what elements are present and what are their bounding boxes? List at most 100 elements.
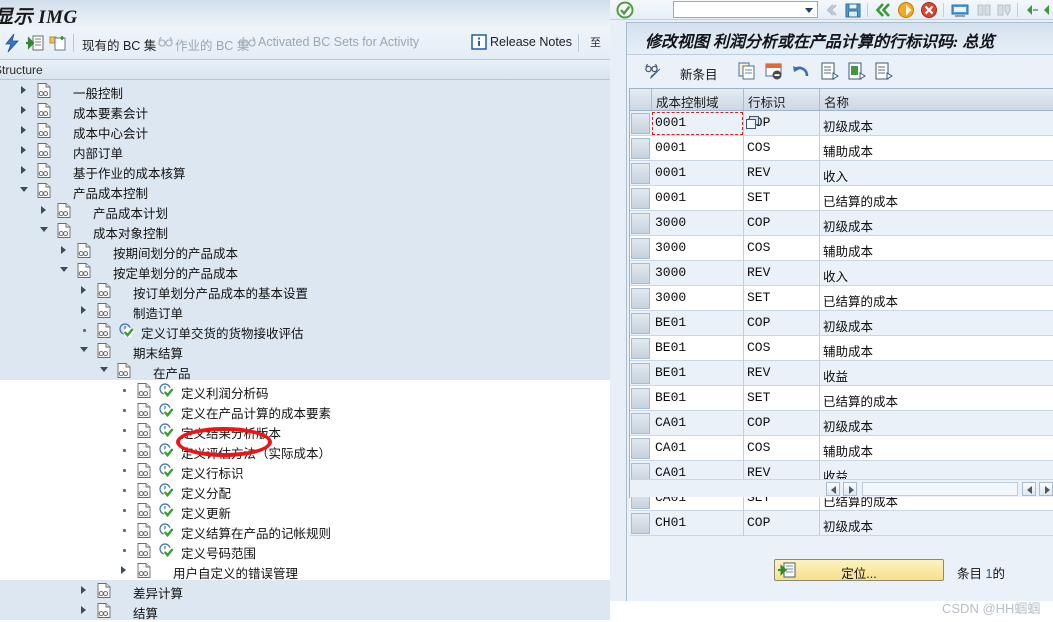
scroll-left-button[interactable] — [826, 482, 840, 496]
cancel-red-icon[interactable] — [920, 1, 938, 19]
tree-row[interactable]: 一般控制 — [0, 80, 610, 101]
cell-controlling-area[interactable]: 3000 — [655, 215, 686, 230]
more-options-icon[interactable]: 至 — [588, 33, 606, 51]
cell-name[interactable]: 已结算的成本 — [823, 291, 898, 310]
chevron-down-icon[interactable] — [100, 365, 109, 375]
table-row[interactable]: BE01 SET 已结算的成本 — [630, 386, 1053, 411]
collapse-node-icon[interactable] — [48, 33, 68, 53]
cell-name[interactable]: 收入 — [823, 266, 848, 285]
cell-controlling-area[interactable]: 0001 — [655, 190, 686, 205]
cell-name[interactable]: 辅助成本 — [823, 241, 873, 260]
locate-button[interactable]: 定位... — [774, 559, 944, 581]
tree-row[interactable]: 产品成本计划 — [0, 200, 610, 221]
row-select-button[interactable] — [631, 263, 650, 284]
chevron-right-icon[interactable] — [20, 145, 29, 155]
scroll-left-button-2[interactable] — [1022, 482, 1036, 496]
cell-row-id[interactable]: COS — [747, 440, 770, 455]
cell-row-id[interactable]: REV — [747, 165, 770, 180]
row-select-button[interactable] — [631, 313, 650, 334]
chevron-right-icon[interactable] — [20, 125, 29, 135]
cell-row-id[interactable]: SET — [747, 290, 770, 305]
variant-plain-icon[interactable] — [874, 61, 894, 81]
exit-yellow-icon[interactable] — [897, 1, 915, 19]
chevron-right-icon[interactable] — [40, 205, 49, 215]
cell-controlling-area[interactable]: CH01 — [655, 515, 686, 530]
chevron-right-icon[interactable] — [80, 585, 89, 595]
tree-row[interactable]: 结算 — [0, 600, 610, 622]
cell-row-id[interactable]: COP — [747, 515, 770, 530]
chevron-down-icon[interactable] — [40, 225, 49, 235]
chevron-right-icon[interactable] — [80, 285, 89, 295]
column-header-controlling-area[interactable]: 成本控制域 — [656, 92, 719, 111]
command-input[interactable] — [673, 1, 818, 18]
print-icon[interactable] — [950, 1, 970, 19]
cell-row-id[interactable]: COP — [747, 415, 770, 430]
cell-row-id[interactable]: SET — [747, 190, 770, 205]
row-select-button[interactable] — [631, 113, 650, 134]
table-row[interactable]: 0001 REV 收入 — [630, 161, 1053, 186]
tree-row[interactable]: 按订单划分产品成本的基本设置 — [0, 280, 610, 301]
row-select-button[interactable] — [631, 363, 650, 384]
cell-controlling-area[interactable]: CA01 — [655, 440, 686, 455]
tree-row[interactable]: 定义行标识 — [0, 460, 610, 481]
cell-name[interactable]: 已结算的成本 — [823, 391, 898, 410]
cell-name[interactable]: 初级成本 — [823, 516, 873, 535]
chevron-down-icon[interactable] — [60, 265, 69, 275]
bc-sets-job-label[interactable]: 作业的 BC 集 — [175, 35, 249, 54]
chevron-down-icon[interactable] — [80, 345, 89, 355]
variant-select-icon[interactable] — [820, 61, 840, 81]
row-select-button[interactable] — [631, 238, 650, 259]
tree-row[interactable]: 用户自定义的错误管理 — [0, 560, 610, 581]
undo-icon[interactable] — [791, 61, 811, 81]
cell-name[interactable]: 辅助成本 — [823, 141, 873, 160]
tree-row[interactable]: 差异计算 — [0, 580, 610, 601]
tree-node-label[interactable]: 结算 — [133, 603, 158, 622]
cell-name[interactable]: 初级成本 — [823, 316, 873, 335]
tree-row[interactable]: 成本对象控制 — [0, 220, 610, 241]
table-row[interactable]: BE01 COP 初级成本 — [630, 311, 1053, 336]
find-next-icon[interactable] — [996, 1, 1012, 19]
table-row[interactable]: 3000 COP 初级成本 — [630, 211, 1053, 236]
delete-icon[interactable] — [764, 61, 784, 81]
tree-row[interactable]: 定义结算在产品的记帐规则 — [0, 520, 610, 541]
cell-row-id[interactable]: REV — [747, 365, 770, 380]
row-select-button[interactable] — [631, 438, 650, 459]
row-select-button[interactable] — [631, 188, 650, 209]
cell-name[interactable]: 已结算的成本 — [823, 191, 898, 210]
cell-controlling-area[interactable]: 3000 — [655, 265, 686, 280]
scroll-right-button-2[interactable] — [1039, 482, 1053, 496]
release-notes-label[interactable]: Release Notes — [490, 35, 572, 49]
cell-row-id[interactable]: REV — [747, 465, 770, 480]
row-select-button[interactable] — [631, 338, 650, 359]
chevron-right-icon[interactable] — [20, 85, 29, 95]
back-icon[interactable] — [822, 1, 840, 19]
chevron-right-icon[interactable] — [80, 605, 89, 615]
column-header-name[interactable]: 名称 — [824, 92, 849, 111]
tree-row[interactable]: 在产品 — [0, 360, 610, 381]
tree-row[interactable]: 成本要素会计 — [0, 100, 610, 121]
tree-row[interactable]: 定义号码范围 — [0, 540, 610, 561]
tree-row[interactable]: 产品成本控制 — [0, 180, 610, 201]
cell-controlling-area[interactable]: 0001 — [655, 140, 686, 155]
table-row[interactable]: CA01 COS 辅助成本 — [630, 436, 1053, 461]
cell-controlling-area[interactable]: BE01 — [655, 365, 686, 380]
new-entry-button[interactable]: 新条目 — [680, 64, 718, 83]
cell-row-id[interactable]: SET — [747, 390, 770, 405]
tree-row[interactable]: 按期间划分的产品成本 — [0, 240, 610, 261]
tree-row[interactable]: 定义利润分析码 — [0, 380, 610, 401]
variant-green-icon[interactable] — [847, 61, 867, 81]
tree-row[interactable]: 定义订单交货的货物接收评估 — [0, 320, 610, 341]
cell-controlling-area[interactable]: BE01 — [655, 390, 686, 405]
table-row[interactable]: BE01 REV 收益 — [630, 361, 1053, 386]
row-select-button[interactable] — [631, 388, 650, 409]
row-select-button[interactable] — [631, 138, 650, 159]
tree-row[interactable]: 制造订单 — [0, 300, 610, 321]
table-row[interactable]: 0001 SET 已结算的成本 — [630, 186, 1053, 211]
table-row[interactable]: 0001COP初级成本 — [630, 111, 1053, 136]
cell-row-id[interactable]: COP — [747, 215, 770, 230]
table-row[interactable]: 3000 COS 辅助成本 — [630, 236, 1053, 261]
first-page-icon[interactable] — [1024, 1, 1040, 19]
tree-row[interactable]: 内部订单 — [0, 140, 610, 161]
cell-controlling-area[interactable]: BE01 — [655, 315, 686, 330]
cell-row-id[interactable]: COS — [747, 140, 770, 155]
